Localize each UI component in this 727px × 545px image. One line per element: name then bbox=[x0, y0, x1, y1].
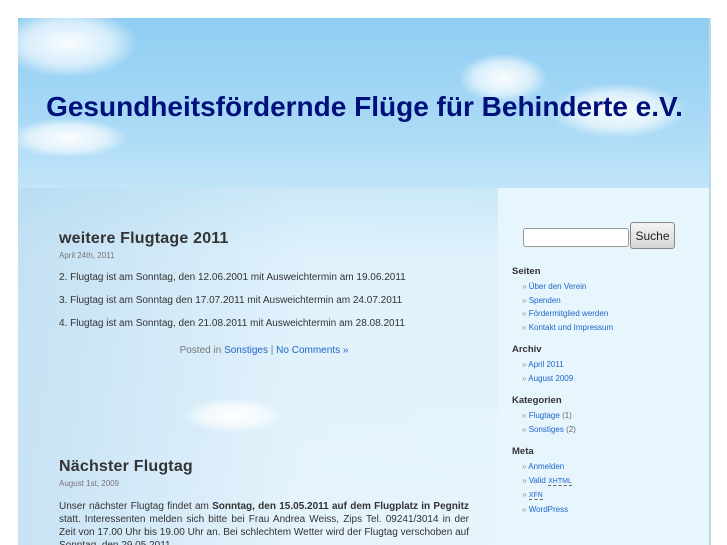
post-date: April 24th, 2011 bbox=[59, 251, 115, 260]
posted-in-label: Posted in bbox=[179, 345, 222, 356]
list-item: » XFN bbox=[522, 488, 702, 503]
bullet: » bbox=[522, 373, 527, 383]
bullet: » bbox=[522, 504, 527, 514]
list-item: » April 2011 bbox=[522, 358, 702, 372]
sidebar: Suche Seiten » Über den Verein » Spenden… bbox=[498, 188, 709, 545]
bullet: » bbox=[522, 295, 527, 305]
category-link[interactable]: Sonstiges bbox=[529, 425, 564, 434]
wordpress-link[interactable]: WordPress bbox=[529, 505, 568, 514]
category-link[interactable]: Flugtage bbox=[529, 411, 560, 420]
post-title[interactable]: Nächster Flugtag bbox=[59, 458, 469, 476]
page-link[interactable]: Über den Verein bbox=[529, 282, 587, 291]
text: Unser nächster Flugtag findet am bbox=[59, 501, 213, 512]
post-date: August 1st, 2009 bbox=[59, 479, 120, 488]
cloud bbox=[183, 398, 283, 433]
cloud bbox=[18, 18, 138, 78]
xfn-link[interactable]: XFN bbox=[528, 490, 543, 500]
bullet: » bbox=[522, 360, 527, 369]
list-item: » Über den Verein bbox=[522, 280, 702, 294]
site-title[interactable]: Gesundheitsfördernde Flüge für Behindert… bbox=[18, 86, 709, 128]
widget-kategorien: Kategorien » Flugtage (1) » Sonstiges (2… bbox=[512, 395, 702, 436]
list-item: » Spenden bbox=[522, 294, 702, 308]
post: weitere Flugtage 2011 April 24th, 2011 2… bbox=[59, 230, 469, 356]
main-content: weitere Flugtage 2011 April 24th, 2011 2… bbox=[18, 188, 498, 545]
list-item: » Valid XHTML bbox=[522, 474, 702, 489]
bullet: » bbox=[522, 322, 527, 332]
list-item: » Flugtage (1) bbox=[522, 409, 702, 423]
page-link[interactable]: Kontakt und Impressum bbox=[529, 323, 613, 332]
separator: | bbox=[270, 345, 274, 356]
login-link[interactable]: Anmelden bbox=[528, 462, 564, 471]
list-item: » Fördermitglied werden bbox=[522, 307, 702, 321]
post-paragraph: Unser nächster Flugtag findet am Sonntag… bbox=[59, 500, 469, 545]
widget-archiv: Archiv » April 2011 » August 2009 bbox=[512, 344, 702, 385]
list-item: » Kontakt und Impressum bbox=[522, 321, 702, 335]
post-paragraph: 3. Flugtag ist am Sonntag den 17.07.2011… bbox=[59, 295, 403, 306]
bullet: » bbox=[522, 411, 527, 420]
category-link[interactable]: Sonstiges bbox=[224, 345, 268, 356]
abbr: XHTML bbox=[548, 477, 572, 486]
page-link[interactable]: Fördermitglied werden bbox=[529, 309, 609, 318]
list-item: » August 2009 bbox=[522, 372, 702, 386]
bullet: » bbox=[522, 490, 527, 499]
post-meta: Posted in Sonstiges | No Comments » bbox=[59, 345, 469, 356]
search-input[interactable] bbox=[523, 228, 629, 247]
bullet: » bbox=[522, 475, 527, 485]
bullet: » bbox=[522, 309, 527, 318]
archive-link[interactable]: August 2009 bbox=[528, 374, 573, 383]
page-link[interactable]: Spenden bbox=[529, 296, 561, 305]
widget-title: Meta bbox=[512, 446, 534, 457]
comments-link[interactable]: No Comments » bbox=[276, 345, 348, 356]
widget-meta: Meta » Anmelden » Valid XHTML » XFN » Wo… bbox=[512, 446, 702, 516]
bullet: » bbox=[522, 462, 527, 471]
link-text: Valid bbox=[528, 475, 546, 485]
valid-xhtml-link[interactable]: Valid XHTML bbox=[528, 475, 572, 486]
archive-link[interactable]: April 2011 bbox=[528, 360, 563, 369]
category-count: (1) bbox=[562, 411, 572, 420]
category-count: (2) bbox=[566, 424, 576, 434]
widget-title: Kategorien bbox=[512, 395, 562, 406]
bullet: » bbox=[522, 424, 527, 434]
list-item: » WordPress bbox=[522, 503, 702, 517]
bullet: » bbox=[522, 282, 527, 291]
list-item: » Anmelden bbox=[522, 460, 702, 474]
widget-title: Archiv bbox=[512, 344, 542, 355]
post-paragraph: 4. Flugtag ist am Sonntag, den 21.08.201… bbox=[59, 318, 405, 329]
widget-title: Seiten bbox=[512, 266, 541, 277]
header-banner: Gesundheitsfördernde Flüge für Behindert… bbox=[18, 18, 709, 188]
search-button[interactable]: Suche bbox=[630, 222, 675, 249]
post-paragraph: 2. Flugtag ist am Sonntag, den 12.06.200… bbox=[59, 272, 406, 283]
bold-text: Sonntag, den 15.05.2011 auf dem Flugplat… bbox=[212, 501, 469, 512]
text: statt. Interessenten melden sich bitte b… bbox=[59, 514, 469, 545]
abbr: XFN bbox=[528, 492, 543, 500]
list-item: » Sonstiges (2) bbox=[522, 423, 702, 437]
widget-seiten: Seiten » Über den Verein » Spenden » För… bbox=[512, 266, 702, 334]
post: Nächster Flugtag August 1st, 2009 Unser … bbox=[59, 458, 469, 545]
post-title[interactable]: weitere Flugtage 2011 bbox=[59, 230, 469, 248]
page: Gesundheitsfördernde Flüge für Behindert… bbox=[18, 18, 711, 545]
